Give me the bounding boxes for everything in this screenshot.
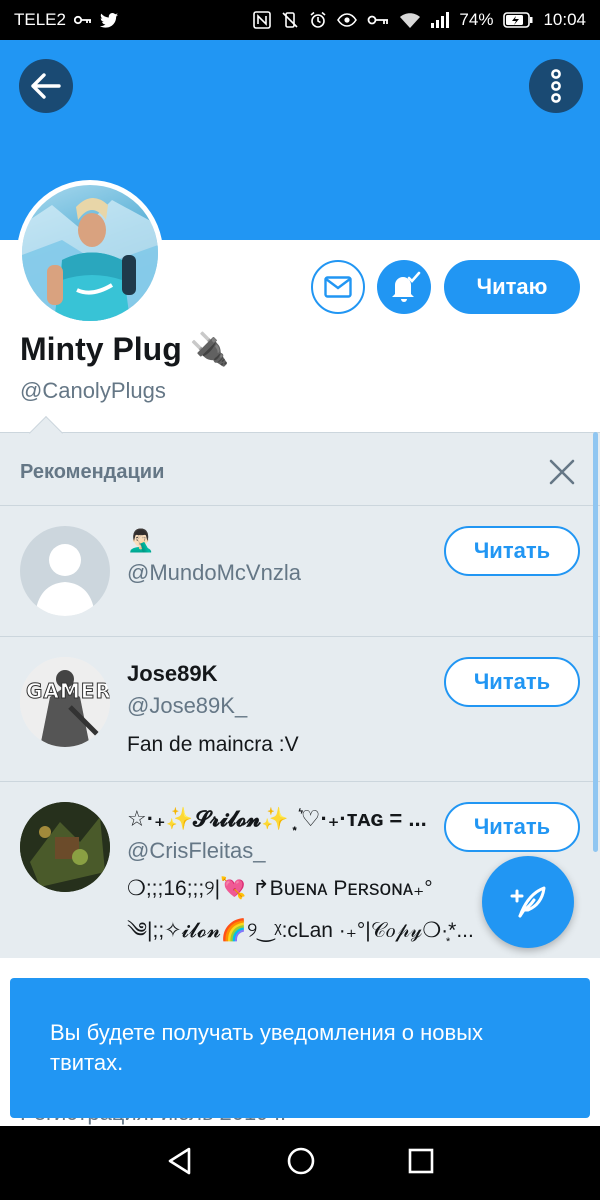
following-button[interactable]: Читаю: [444, 260, 580, 314]
vertical-dots-icon: [551, 69, 561, 103]
profile-name: Minty Plug 🔌: [20, 330, 230, 368]
feather-plus-icon: [510, 886, 546, 918]
wifi-icon: [399, 12, 421, 28]
plug-emoji: 🔌: [189, 331, 230, 367]
twitter-profile-screen: TELE2 74% 10:04 Читаю Minty Plug 🔌 @Cano…: [0, 0, 600, 1200]
twitter-notification-icon: [99, 12, 118, 28]
default-user-icon: [35, 544, 95, 616]
follow-button[interactable]: Читать: [444, 802, 580, 852]
toast-message: Вы будете получать уведомления о новых т…: [50, 1020, 484, 1075]
clock: 10:04: [543, 10, 586, 29]
user-name: ☆·₊✨𝓢𝓻𝓲𝓵𝓸𝓷✨ ͙͙͙ ͛♡·₊·ᴛᴀɢ = ...: [127, 806, 427, 831]
vibrate-muted-icon: [281, 11, 299, 29]
back-button[interactable]: [19, 59, 73, 113]
battery-charging-icon: [503, 12, 533, 28]
nav-home-button[interactable]: [286, 1146, 316, 1181]
user-bio: ❍;;;16;;;୨|💘 ↱Bᴜᴇɴᴀ Pᴇʀsᴏɴᴀ₊°: [127, 877, 433, 900]
close-icon: [549, 459, 575, 485]
more-options-button[interactable]: [529, 59, 583, 113]
avatar-caption: GAMER: [26, 679, 110, 704]
bell-check-icon: [392, 271, 421, 302]
status-bar: TELE2 74% 10:04: [0, 0, 600, 40]
gamer-avatar: GAMER: [20, 657, 110, 747]
arrow-left-icon: [31, 73, 61, 99]
nav-recents-button[interactable]: [407, 1147, 435, 1180]
signal-icon: [431, 12, 450, 28]
circle-home-icon: [287, 1147, 315, 1174]
recommendation-item[interactable]: 🤦🏻‍♂️ @MundoMcVnzla Читать: [0, 506, 600, 636]
profile-name-text: Minty Plug: [20, 330, 182, 367]
message-button[interactable]: [311, 260, 365, 314]
compose-tweet-button[interactable]: [482, 856, 574, 948]
eye-comfort-icon: [337, 13, 358, 27]
key-notification-icon: [73, 14, 92, 26]
square-recents-icon: [408, 1148, 433, 1173]
recommendations-header: Рекомендации: [0, 440, 600, 504]
notifications-on-button[interactable]: [377, 260, 431, 314]
follow-button[interactable]: Читать: [444, 657, 580, 707]
recommendations-title: Рекомендации: [20, 460, 165, 483]
profile-handle: @CanolyPlugs: [20, 378, 166, 403]
carrier-label: TELE2: [14, 10, 66, 29]
battery-percent: 74%: [459, 10, 494, 29]
recommendation-item[interactable]: GAMER Jose89K @Jose89K_ Fan de maincra :…: [0, 637, 600, 782]
envelope-icon: [324, 276, 352, 298]
nfc-icon: [253, 11, 272, 29]
scrollbar[interactable]: [593, 432, 598, 852]
notification-toast: Вы будете получать уведомления о новых т…: [10, 978, 590, 1118]
user-avatar: [20, 802, 110, 892]
system-nav-bar: [0, 1126, 600, 1200]
alarm-icon: [309, 11, 327, 29]
vpn-key-icon: [367, 14, 389, 26]
panel-divider: [0, 432, 600, 433]
triangle-back-icon: [169, 1147, 191, 1174]
close-recommendations-button[interactable]: [544, 454, 580, 490]
default-avatar: [20, 526, 110, 616]
nav-back-button[interactable]: [165, 1146, 195, 1181]
avatar-image: [22, 185, 158, 321]
user-bio: Fan de maincra :V: [127, 733, 299, 756]
follow-button[interactable]: Читать: [444, 526, 580, 576]
profile-avatar[interactable]: [17, 180, 163, 326]
